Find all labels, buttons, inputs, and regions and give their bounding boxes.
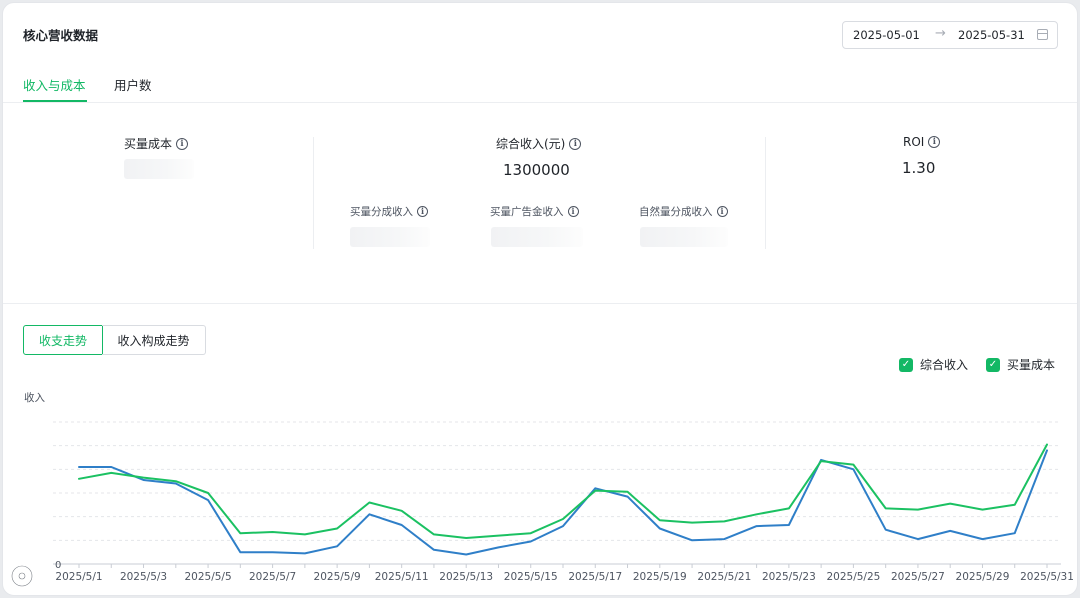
trend-line-chart: 02025/5/1 2025/5/3 2025/5/5 2025/5/7 2025/5/… [53, 421, 1074, 583]
revenue-panel: 核心营收数据 2025-05-01 → 2025-05-31 收入与成本 用户数… [2, 2, 1078, 596]
x-tick-label: 2025/5/31 [1020, 571, 1074, 583]
y-tick-label: 0 [55, 560, 61, 571]
x-tick-label: 2025/5/5 [184, 571, 231, 583]
watermark [9, 563, 35, 589]
x-tick-label: 2025/5/27 [891, 571, 945, 583]
x-tick-label: 2025/5/3 [120, 571, 167, 583]
x-tick-label: 2025/5/1 [55, 571, 102, 583]
series-line-cost [78, 449, 1048, 556]
x-tick-label: 2025/5/23 [762, 571, 816, 583]
x-tick-label: 2025/5/11 [375, 571, 429, 583]
x-tick-label: 2025/5/13 [439, 571, 493, 583]
x-tick-label: 2025/5/19 [633, 571, 687, 583]
x-tick-label: 2025/5/21 [697, 571, 751, 583]
series-line-revenue [78, 443, 1048, 539]
x-tick-label: 2025/5/29 [956, 571, 1010, 583]
x-tick-label: 2025/5/7 [249, 571, 296, 583]
x-tick-label: 2025/5/25 [826, 571, 880, 583]
x-tick-label: 2025/5/17 [568, 571, 622, 583]
x-tick-label: 2025/5/15 [504, 571, 558, 583]
watermark-logo-icon [10, 564, 34, 588]
x-tick-label: 2025/5/9 [314, 571, 361, 583]
